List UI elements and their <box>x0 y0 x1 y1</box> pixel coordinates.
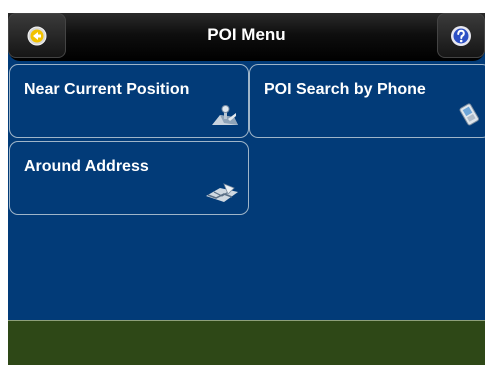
help-icon <box>451 25 471 46</box>
near-current-position-label: Near Current Position <box>24 81 190 98</box>
poi-search-by-phone-button[interactable]: POI Search by Phone <box>249 64 485 138</box>
phone-icon <box>458 103 482 132</box>
bottom-bar <box>8 320 485 365</box>
poi-menu-screen: POI Menu Near Current Position POI Searc… <box>8 13 485 365</box>
back-button[interactable] <box>8 13 66 58</box>
back-arrow-icon <box>27 26 47 45</box>
position-icon <box>210 105 240 132</box>
address-icon <box>204 182 240 209</box>
around-address-button[interactable]: Around Address <box>9 141 249 215</box>
title-bar: POI Menu <box>8 13 485 61</box>
help-button[interactable] <box>437 13 485 58</box>
near-current-position-button[interactable]: Near Current Position <box>9 64 249 138</box>
around-address-label: Around Address <box>24 158 149 175</box>
poi-search-by-phone-label: POI Search by Phone <box>264 81 426 98</box>
page-title: POI Menu <box>207 25 286 44</box>
